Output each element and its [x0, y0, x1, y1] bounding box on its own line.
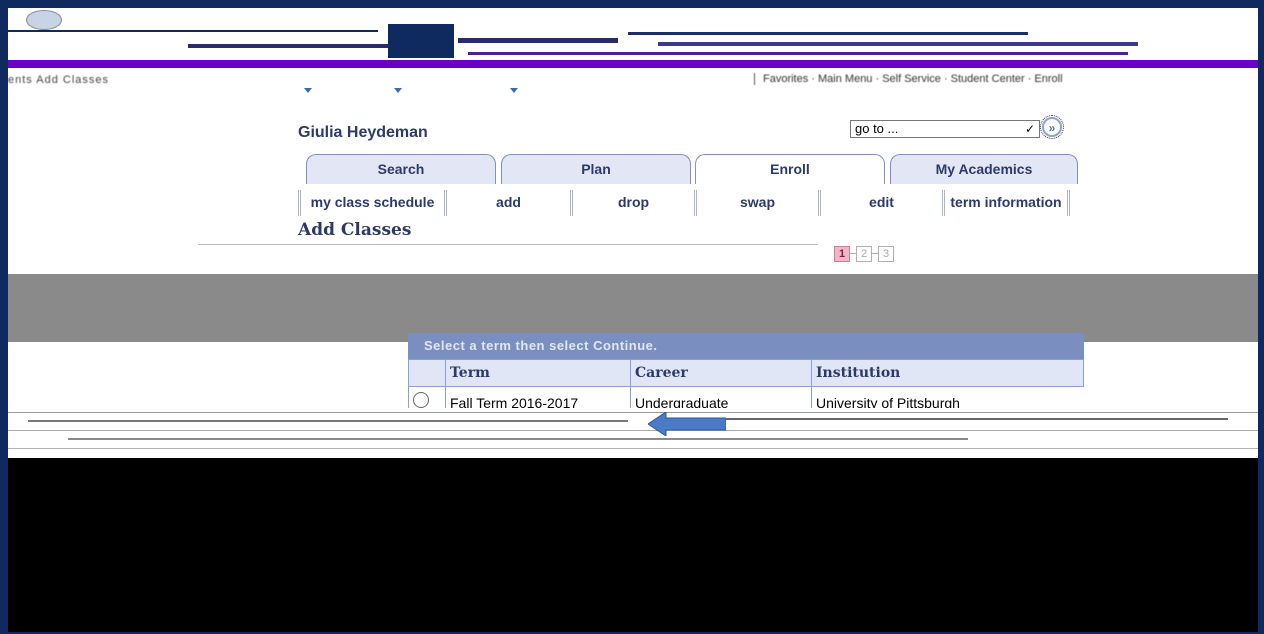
radio-column-header: [408, 359, 446, 387]
breadcrumb-left[interactable]: ents Add Classes: [8, 74, 109, 86]
menu-caret-icon[interactable]: [394, 88, 402, 93]
column-header-institution: Institution: [811, 359, 1084, 387]
page-title: Add Classes: [298, 220, 412, 240]
subtab-my-class-schedule[interactable]: my class schedule: [298, 190, 444, 216]
divider: [198, 244, 818, 245]
term-table: Term Career Institution Fall Term 2016-2…: [408, 359, 1084, 411]
header-block: [388, 24, 454, 58]
subtab-term-information[interactable]: term information: [942, 190, 1070, 216]
breadcrumb: ents Add Classes Favorites · Main Menu ·…: [8, 70, 1258, 94]
step-2: 2: [856, 246, 872, 262]
step-1: 1: [834, 246, 850, 262]
tab-search[interactable]: Search: [306, 154, 496, 184]
term-panel-header: Select a term then select Continue.: [408, 333, 1084, 359]
grey-overlay-band: [8, 274, 1258, 342]
scan-artifact-band: [8, 408, 1258, 456]
goto-select[interactable]: go to ... ✓: [850, 120, 1040, 138]
subtab-edit[interactable]: edit: [818, 190, 942, 216]
student-name: Giulia Heydeman: [298, 124, 428, 141]
left-arrow-icon: [648, 412, 726, 436]
garbled-header: [8, 8, 1258, 78]
term-radio[interactable]: [413, 392, 429, 408]
column-header-career: Career: [630, 359, 812, 387]
go-button[interactable]: »: [1040, 115, 1064, 139]
subtab-swap[interactable]: swap: [694, 190, 818, 216]
column-header-term: Term: [445, 359, 631, 387]
menu-caret-icon[interactable]: [304, 88, 312, 93]
blacked-out-region: [8, 458, 1258, 632]
header-band: [8, 60, 1258, 68]
goto-value: go to ...: [855, 121, 899, 136]
subtab-drop[interactable]: drop: [570, 190, 694, 216]
step-3: 3: [878, 246, 894, 262]
tab-my-academics[interactable]: My Academics: [890, 154, 1078, 184]
sub-tabs: my class schedule add drop swap edit ter…: [298, 190, 1070, 216]
menu-caret-icon[interactable]: [510, 88, 518, 93]
subtab-add[interactable]: add: [444, 190, 570, 216]
university-seal-logo: [26, 10, 62, 30]
tab-plan[interactable]: Plan: [501, 154, 691, 184]
screenshot-frame: ents Add Classes Favorites · Main Menu ·…: [8, 8, 1258, 632]
chevron-down-icon: ✓: [1024, 122, 1035, 136]
tab-enroll[interactable]: Enroll: [695, 154, 885, 184]
breadcrumb-right[interactable]: Favorites · Main Menu · Self Service · S…: [754, 73, 1063, 85]
